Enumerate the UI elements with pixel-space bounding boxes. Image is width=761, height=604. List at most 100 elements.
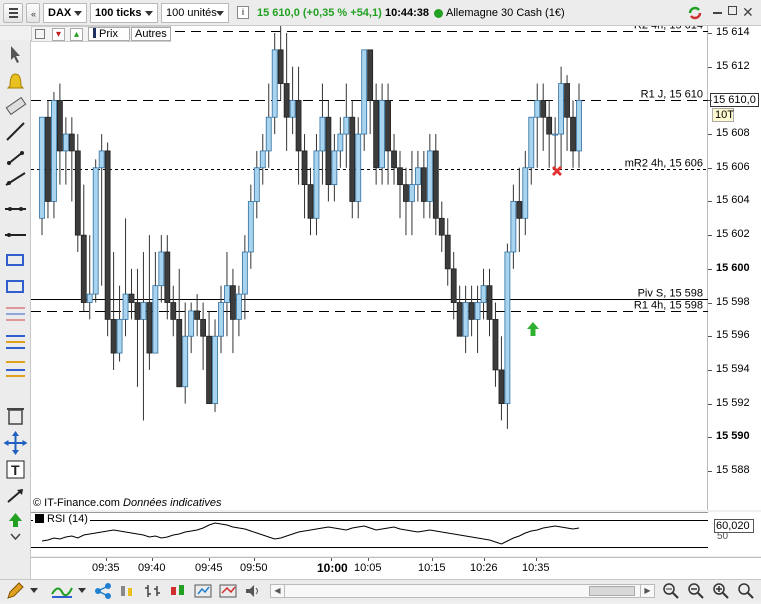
candle-body — [110, 318, 117, 354]
line-icon[interactable] — [6, 122, 25, 141]
time-axis[interactable]: 09:35 09:40 09:45 09:50 10:00 10:05 10:15 10:26… — [31, 557, 761, 579]
scroll-left-icon[interactable]: ◀ — [271, 585, 285, 597]
candle-body — [414, 167, 421, 186]
collapse-button[interactable]: « — [26, 3, 40, 23]
rsi-plot — [31, 520, 708, 548]
speaker-icon[interactable] — [243, 583, 263, 599]
candle-body — [498, 369, 505, 405]
price-chart[interactable]: R2 4h, 15 614 R1 J, 15 610 mR2 4h, 15 606 P… — [31, 26, 708, 510]
price-tick-label: 15 602 — [716, 228, 750, 241]
time-tick-mark — [152, 558, 153, 561]
time-tick-label: 09:45 — [195, 562, 223, 574]
candles-icon[interactable] — [118, 583, 138, 599]
rectangle-icon[interactable] — [6, 280, 24, 293]
symbol-select[interactable]: DAX — [43, 3, 87, 23]
maximize-icon[interactable] — [728, 6, 737, 15]
segment-icon[interactable] — [7, 151, 24, 165]
candle-body — [230, 285, 236, 320]
window-icon[interactable] — [35, 29, 45, 39]
chevron-down-icon[interactable] — [78, 588, 86, 593]
price-tick-mark — [708, 168, 712, 169]
tab-autres[interactable]: Autres — [131, 27, 171, 41]
heikin-ashi-icon[interactable] — [168, 583, 188, 599]
alarm-icon[interactable] — [6, 73, 25, 89]
price-tick-mark — [708, 404, 712, 405]
indicator-icon[interactable] — [50, 582, 74, 600]
text-tool-icon[interactable]: T — [6, 460, 25, 479]
horizontal-ray-icon[interactable] — [5, 233, 26, 237]
bottom-toolbar: ◀ ▶ — [0, 579, 761, 602]
cursor-icon[interactable] — [11, 46, 20, 63]
minimize-icon[interactable] — [713, 12, 722, 14]
candle-body — [224, 285, 230, 303]
zoom-in-icon[interactable] — [712, 582, 730, 600]
time-tick-label: 10:35 — [522, 562, 550, 574]
scroll-right-icon[interactable]: ▶ — [640, 585, 654, 597]
collapse-icon[interactable] — [10, 533, 21, 541]
copyright-text: © IT-Finance.com Données indicatives — [33, 497, 221, 509]
candle-body — [68, 133, 75, 152]
fibonacci-icon[interactable] — [6, 307, 25, 321]
horizontal-scrollbar[interactable]: ◀ ▶ — [270, 584, 655, 598]
ray-icon[interactable] — [5, 172, 26, 186]
ruler-icon[interactable] — [5, 96, 27, 116]
scrollbar-thumb[interactable] — [589, 586, 635, 596]
candle-body — [265, 116, 272, 152]
candle-body — [170, 302, 177, 320]
sell-icon[interactable]: ▾ — [52, 28, 65, 41]
info-icon[interactable]: i — [237, 6, 249, 19]
tab-prix[interactable]: Prix — [88, 27, 130, 41]
channel-icon[interactable] — [6, 254, 24, 266]
drawing-tools: T — [3, 46, 28, 541]
price-axis[interactable]: 15 614 15 612 15 610,0 10T 15 608 15 606 15 60… — [708, 26, 761, 510]
move-icon[interactable] — [3, 431, 28, 455]
candle-body — [122, 293, 129, 320]
tab-prix-marker-icon — [93, 28, 96, 38]
fibonacci-fan-icon[interactable] — [6, 335, 25, 349]
compare-icon[interactable] — [218, 583, 238, 599]
layout-icon[interactable] — [193, 583, 213, 599]
trash-icon[interactable] — [7, 408, 24, 425]
candle-body — [200, 318, 207, 337]
chevron-down-icon — [74, 11, 82, 16]
horizontal-line-icon[interactable] — [5, 207, 26, 211]
fibonacci-extension-icon[interactable] — [6, 361, 25, 377]
candle-body — [152, 285, 159, 354]
rsi-panel[interactable]: RSI (14) — [31, 512, 708, 556]
candle-body — [271, 49, 278, 118]
price-tick-label: 15 588 — [716, 464, 750, 476]
menu-icon — [9, 8, 18, 10]
close-icon[interactable]: ✕ — [742, 4, 754, 21]
zoom-fit-icon[interactable] — [662, 582, 680, 600]
arrow-tool-icon[interactable] — [7, 489, 23, 503]
candle-body — [385, 99, 391, 152]
time-tick-mark — [331, 558, 332, 561]
pencil-icon[interactable] — [4, 581, 26, 601]
candle-body — [516, 201, 523, 219]
buy-arrow-icon[interactable] — [9, 513, 22, 527]
bars-icon[interactable] — [143, 583, 163, 599]
level-label: R2 4h, 15 614 — [634, 26, 703, 32]
candle-body — [337, 133, 344, 152]
share-icon[interactable] — [93, 582, 113, 600]
refresh-icon[interactable] — [686, 4, 704, 22]
candle-body — [474, 302, 481, 320]
price-tick-label: 15 606 — [716, 160, 750, 173]
candle-body — [450, 268, 457, 303]
price-tick-mark — [708, 67, 712, 68]
level-label: R1 J, 15 610 — [641, 89, 703, 101]
candle-body — [74, 150, 81, 236]
units-select[interactable]: 100 unités — [161, 3, 229, 23]
menu-button[interactable] — [3, 3, 23, 23]
ticks-select[interactable]: 100 ticks — [90, 3, 158, 23]
zoom-reset-icon[interactable] — [737, 582, 755, 600]
candle-body — [420, 167, 427, 202]
candle-body — [235, 293, 242, 320]
zoom-out-icon[interactable] — [687, 582, 705, 600]
sell-signal-icon[interactable] — [551, 165, 563, 180]
candle-body — [379, 99, 386, 169]
price-chart-plot: R2 4h, 15 614 R1 J, 15 610 mR2 4h, 15 606 P… — [31, 26, 708, 429]
buy-signal-icon[interactable] — [527, 322, 539, 339]
chevron-down-icon[interactable] — [30, 588, 38, 593]
buy-icon[interactable]: ▴ — [70, 28, 83, 41]
